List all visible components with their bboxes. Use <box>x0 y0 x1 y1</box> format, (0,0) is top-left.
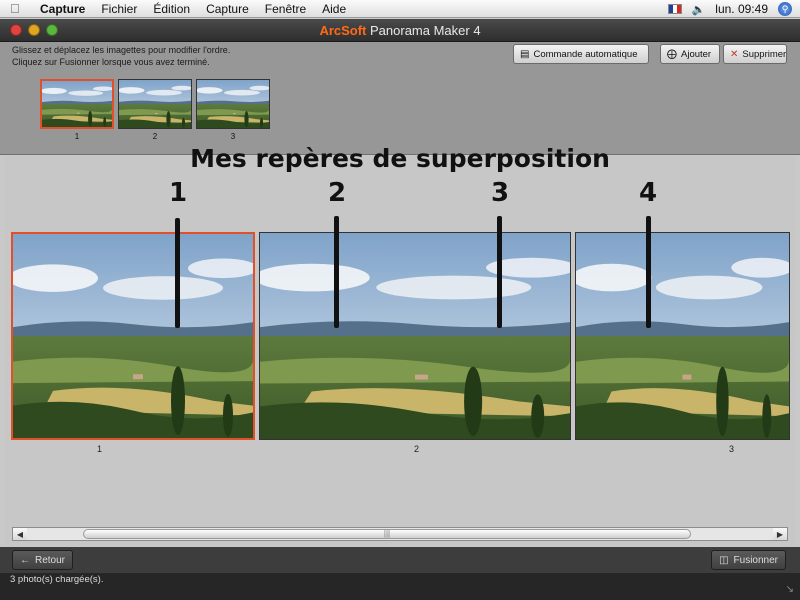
scroll-right-icon[interactable]: ▶ <box>773 528 787 540</box>
marker-number: 2 <box>328 178 347 208</box>
bottom-action-bar: ← Retour ◫ Fusionner <box>0 547 800 573</box>
french-flag-icon[interactable] <box>667 4 682 14</box>
thumbnail-image[interactable] <box>196 79 270 129</box>
thumbnail[interactable]: 3 <box>196 79 270 141</box>
thumbnail-image[interactable] <box>40 79 114 129</box>
instruction-line-1: Glissez et déplacez les imagettes pour m… <box>12 45 231 55</box>
thumbnail-number: 3 <box>230 132 236 141</box>
photo-2[interactable] <box>259 232 571 440</box>
marker-line <box>175 218 180 328</box>
menu-app-capture[interactable]: Capture <box>40 2 85 16</box>
back-button[interactable]: ← Retour <box>12 550 74 570</box>
auto-command-label: Commande automatique <box>533 48 638 60</box>
thumbnail[interactable]: 1 <box>40 79 114 141</box>
menu-aide[interactable]: Aide <box>322 2 346 16</box>
marker-line <box>334 216 339 328</box>
merge-label: Fusionner <box>733 554 778 566</box>
merge-icon: ◫ <box>719 554 729 566</box>
thumbnail-number: 1 <box>74 132 80 141</box>
menu-fenetre[interactable]: Fenêtre <box>265 2 306 16</box>
status-bar: 3 photo(s) chargée(s). ↘ <box>0 573 800 600</box>
menubar-extras: 🔈 lun. 09:49 ⚲ <box>667 0 792 18</box>
instructions: Glissez et déplacez les imagettes pour m… <box>12 44 230 68</box>
thumbnail[interactable]: 2 <box>118 79 192 141</box>
apple-icon[interactable]:  <box>10 1 28 16</box>
menu-edition[interactable]: Édition <box>153 2 190 16</box>
photo-label: 1 <box>97 444 103 454</box>
merge-button[interactable]: ◫ Fusionner <box>711 550 786 570</box>
auto-command-icon: ▤ <box>520 48 530 60</box>
scrollbar-thumb[interactable]: ||| <box>83 529 691 539</box>
marker-line <box>646 216 651 328</box>
photo-1[interactable] <box>11 232 255 440</box>
thumbnail-strip: 1 2 3 <box>40 79 270 141</box>
instruction-line-2: Cliquez sur Fusionner lorsque vous avez … <box>12 57 210 67</box>
add-button[interactable]: ⨁ Ajouter <box>660 44 720 64</box>
thumbnail-image[interactable] <box>118 79 192 129</box>
back-label: Retour <box>35 554 66 566</box>
resize-grip-icon[interactable]: ↘ <box>786 584 794 595</box>
delete-label: Supprimer <box>742 48 787 60</box>
annotation-title: Mes repères de superposition <box>190 144 610 173</box>
status-text: 3 photo(s) chargée(s). <box>10 574 104 585</box>
thumbnail-number: 2 <box>152 132 158 141</box>
marker-number: 4 <box>639 178 658 208</box>
overlap-area: Mes repères de superposition 1 2 3 4 1 2… <box>5 144 795 546</box>
window-titlebar: ArcSoft Panorama Maker 4 <box>0 19 800 42</box>
scroll-left-icon[interactable]: ◀ <box>13 528 27 540</box>
clock[interactable]: lun. 09:49 <box>715 2 768 16</box>
delete-x-icon: ✕ <box>730 48 739 60</box>
thumbnail-panel: Glissez et déplacez les imagettes pour m… <box>0 42 800 155</box>
photo-label: 3 <box>729 444 735 454</box>
marker-number: 3 <box>491 178 510 208</box>
menu-fichier[interactable]: Fichier <box>101 2 137 16</box>
add-label: Ajouter <box>681 48 712 60</box>
arrow-left-icon: ← <box>20 554 30 566</box>
menu-capture[interactable]: Capture <box>206 2 249 16</box>
horizontal-scrollbar[interactable]: ◀ ||| ▶ <box>12 527 788 541</box>
speaker-icon[interactable]: 🔈 <box>692 3 706 16</box>
marker-line <box>497 216 502 328</box>
marker-number: 1 <box>169 178 188 208</box>
auto-command-button[interactable]: ▤ Commande automatique <box>513 44 649 64</box>
window-title-brand: ArcSoft <box>319 23 367 38</box>
photo-label: 2 <box>414 444 420 454</box>
add-photo-icon: ⨁ <box>667 48 677 60</box>
spotlight-icon[interactable]: ⚲ <box>778 2 792 16</box>
menu-bar:  Capture Fichier Édition Capture Fenêtr… <box>0 0 800 18</box>
window-title: ArcSoft Panorama Maker 4 <box>0 23 800 38</box>
photo-3[interactable] <box>575 232 790 440</box>
window-title-app: Panorama Maker 4 <box>366 23 481 38</box>
delete-button[interactable]: ✕ Supprimer <box>723 44 787 64</box>
